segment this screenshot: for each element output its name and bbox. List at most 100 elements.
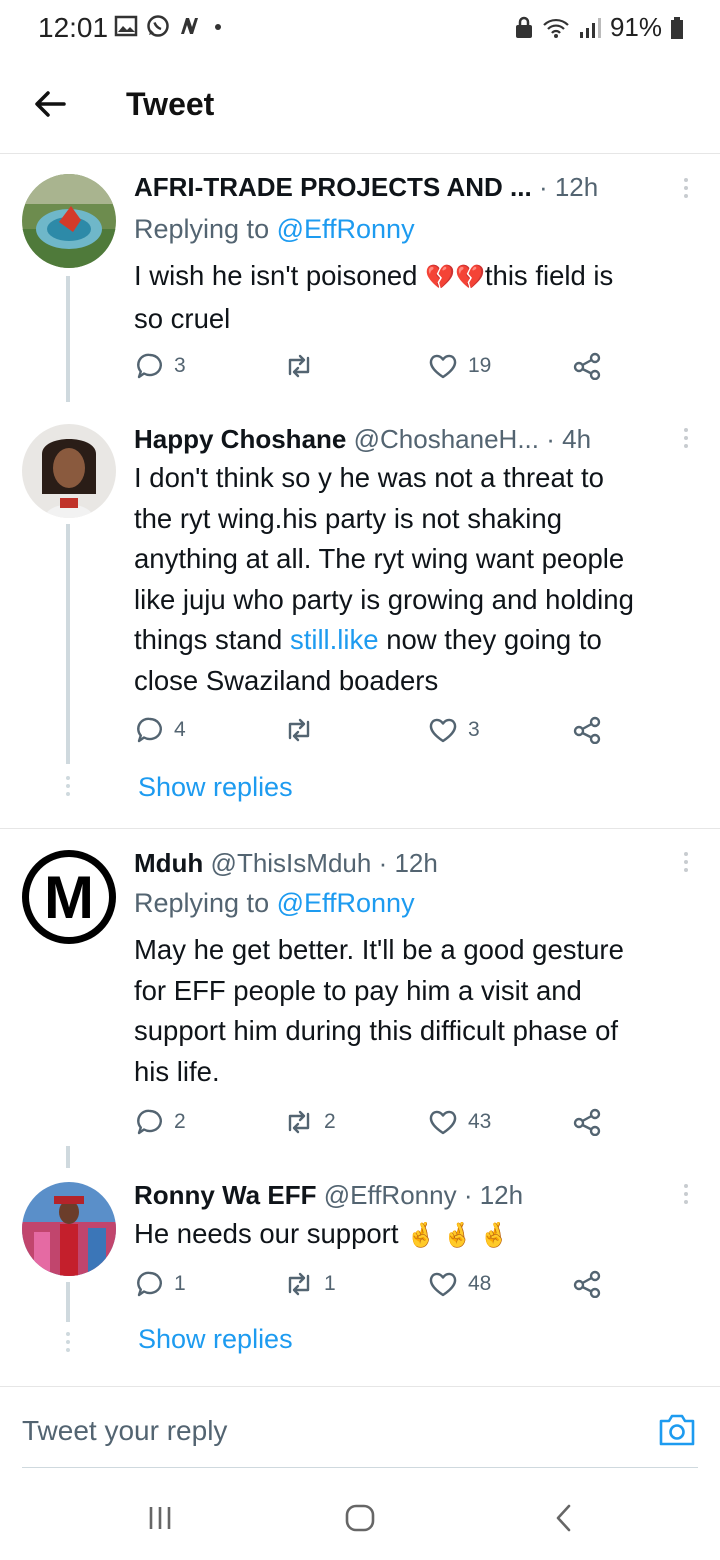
like-button[interactable]: 19 [428,352,491,380]
reply-icon [137,717,162,743]
status-right: 91% [514,12,684,43]
heart-icon [429,1110,457,1135]
camera-button[interactable] [658,1413,696,1447]
author-name[interactable]: Happy Choshane [134,424,346,454]
more-options-button[interactable] [680,852,692,872]
author-handle[interactable]: @ThisIsMduh [211,848,372,878]
more-options-button[interactable] [680,178,692,198]
avatar[interactable]: M [22,850,116,944]
tweet-time: · 12h [378,848,438,878]
replying-to: Replying to @EffRonny [134,888,415,918]
avatar[interactable] [22,1182,116,1276]
notification-icons [114,14,224,38]
thread-line [66,524,70,764]
retweet-button[interactable] [284,352,324,380]
chevron-left-icon [556,1504,571,1532]
mention-link[interactable]: @EffRonny [277,888,415,918]
dot-icon [215,24,221,30]
gallery-icon [114,15,138,37]
heart-icon [429,354,457,379]
tweet-3[interactable]: M Mduh @ThisIsMduh · 12h Replying to @Ef… [0,830,720,1160]
author-handle[interactable]: @EffRonny [324,1180,457,1210]
tweet-time: · 4h [546,424,592,454]
retweet-icon [288,1272,310,1296]
retweet-button[interactable]: 1 [284,1270,336,1298]
tweet-time: · 12h [538,172,599,202]
reply-button[interactable]: 4 [136,716,186,744]
heart-icon [429,1272,457,1297]
tweet-actions: 2 2 43 [134,1108,614,1144]
tweet-header: AFRI-TRADE PROJECTS AND ... · 12h [134,172,696,203]
back-nav-button[interactable] [544,1500,584,1536]
back-button[interactable] [28,82,72,126]
share-icon [573,1270,601,1298]
share-icon [573,352,601,380]
recent-apps-button[interactable] [140,1500,180,1536]
like-button[interactable]: 43 [428,1108,491,1136]
more-options-button[interactable] [680,428,692,448]
tweet-header: Ronny Wa EFF @EffRonny · 12h [134,1180,696,1211]
share-button[interactable] [572,1270,602,1298]
broken-heart-emoji: 💔💔 [425,264,485,291]
share-button[interactable] [572,1108,602,1136]
tweet-time: · 12h [463,1180,524,1210]
mention-link[interactable]: @EffRonny [277,214,415,244]
crossed-fingers-emoji: 🤞 🤞 🤞 [406,1222,510,1249]
reply-icon [137,1109,162,1135]
thread-dots [66,1332,70,1356]
more-options-button[interactable] [680,1184,692,1204]
system-nav-bar [0,1470,720,1560]
tweet-1[interactable]: AFRI-TRADE PROJECTS AND ... · 12h Replyi… [0,154,720,402]
signal-icon [579,17,601,38]
retweet-icon [288,354,310,378]
avatar[interactable] [22,174,116,268]
avatar[interactable] [22,424,116,518]
divider [0,828,720,829]
heart-icon [429,718,457,743]
author-handle[interactable]: @ChoshaneH... [354,424,539,454]
reply-underline [22,1467,698,1468]
avatar-letter: M [44,863,94,931]
wifi-icon [543,18,569,38]
thread-line [66,1282,70,1322]
tweet-text: He needs our support 🤞 🤞 🤞 [134,1218,510,1249]
tweet-2[interactable]: Happy Choshane @ChoshaneH... · 4h I don'… [0,406,720,826]
reply-button[interactable]: 3 [136,352,186,380]
reply-input[interactable] [22,1415,602,1447]
thread-line [66,276,70,402]
home-icon [345,1504,375,1532]
home-button[interactable] [340,1500,380,1536]
share-button[interactable] [572,352,602,380]
tweet-actions: 1 1 48 [134,1270,614,1306]
replying-to: Replying to @EffRonny [134,214,415,244]
like-button[interactable]: 48 [428,1270,491,1298]
show-replies-link[interactable]: Show replies [138,1324,293,1355]
share-button[interactable] [572,716,602,744]
status-time: 12:01 [38,12,109,43]
tweet-actions: 4 3 [134,716,614,752]
tweet-header: Happy Choshane @ChoshaneH... · 4h [134,424,696,455]
reply-button[interactable]: 1 [136,1270,186,1298]
share-icon [573,716,601,744]
tweet-header: Mduh @ThisIsMduh · 12h [134,848,696,879]
author-name[interactable]: Mduh [134,848,203,878]
share-icon [573,1108,601,1136]
like-button[interactable]: 3 [428,716,480,744]
reply-bar [0,1386,720,1468]
camera-icon [659,1414,695,1446]
app-header: Tweet [0,58,720,154]
page-title: Tweet [126,86,215,122]
author-name[interactable]: AFRI-TRADE PROJECTS AND ... [134,172,532,202]
show-replies-link[interactable]: Show replies [138,772,293,803]
reply-button[interactable]: 2 [136,1108,186,1136]
tweet-text: May he get better. It'll be a good gestu… [134,934,624,1087]
tweet-4[interactable]: Ronny Wa EFF @EffRonny · 12h He needs ou… [0,1146,720,1382]
news-icon [181,18,198,34]
author-name[interactable]: Ronny Wa EFF [134,1180,316,1210]
retweet-icon [288,1110,310,1134]
inline-link[interactable]: still.like [290,624,379,655]
retweet-button[interactable]: 2 [284,1108,336,1136]
retweet-button[interactable] [284,716,324,744]
tweet-text: I don't think so y he was not a threat t… [134,462,634,696]
retweet-icon [288,718,310,742]
